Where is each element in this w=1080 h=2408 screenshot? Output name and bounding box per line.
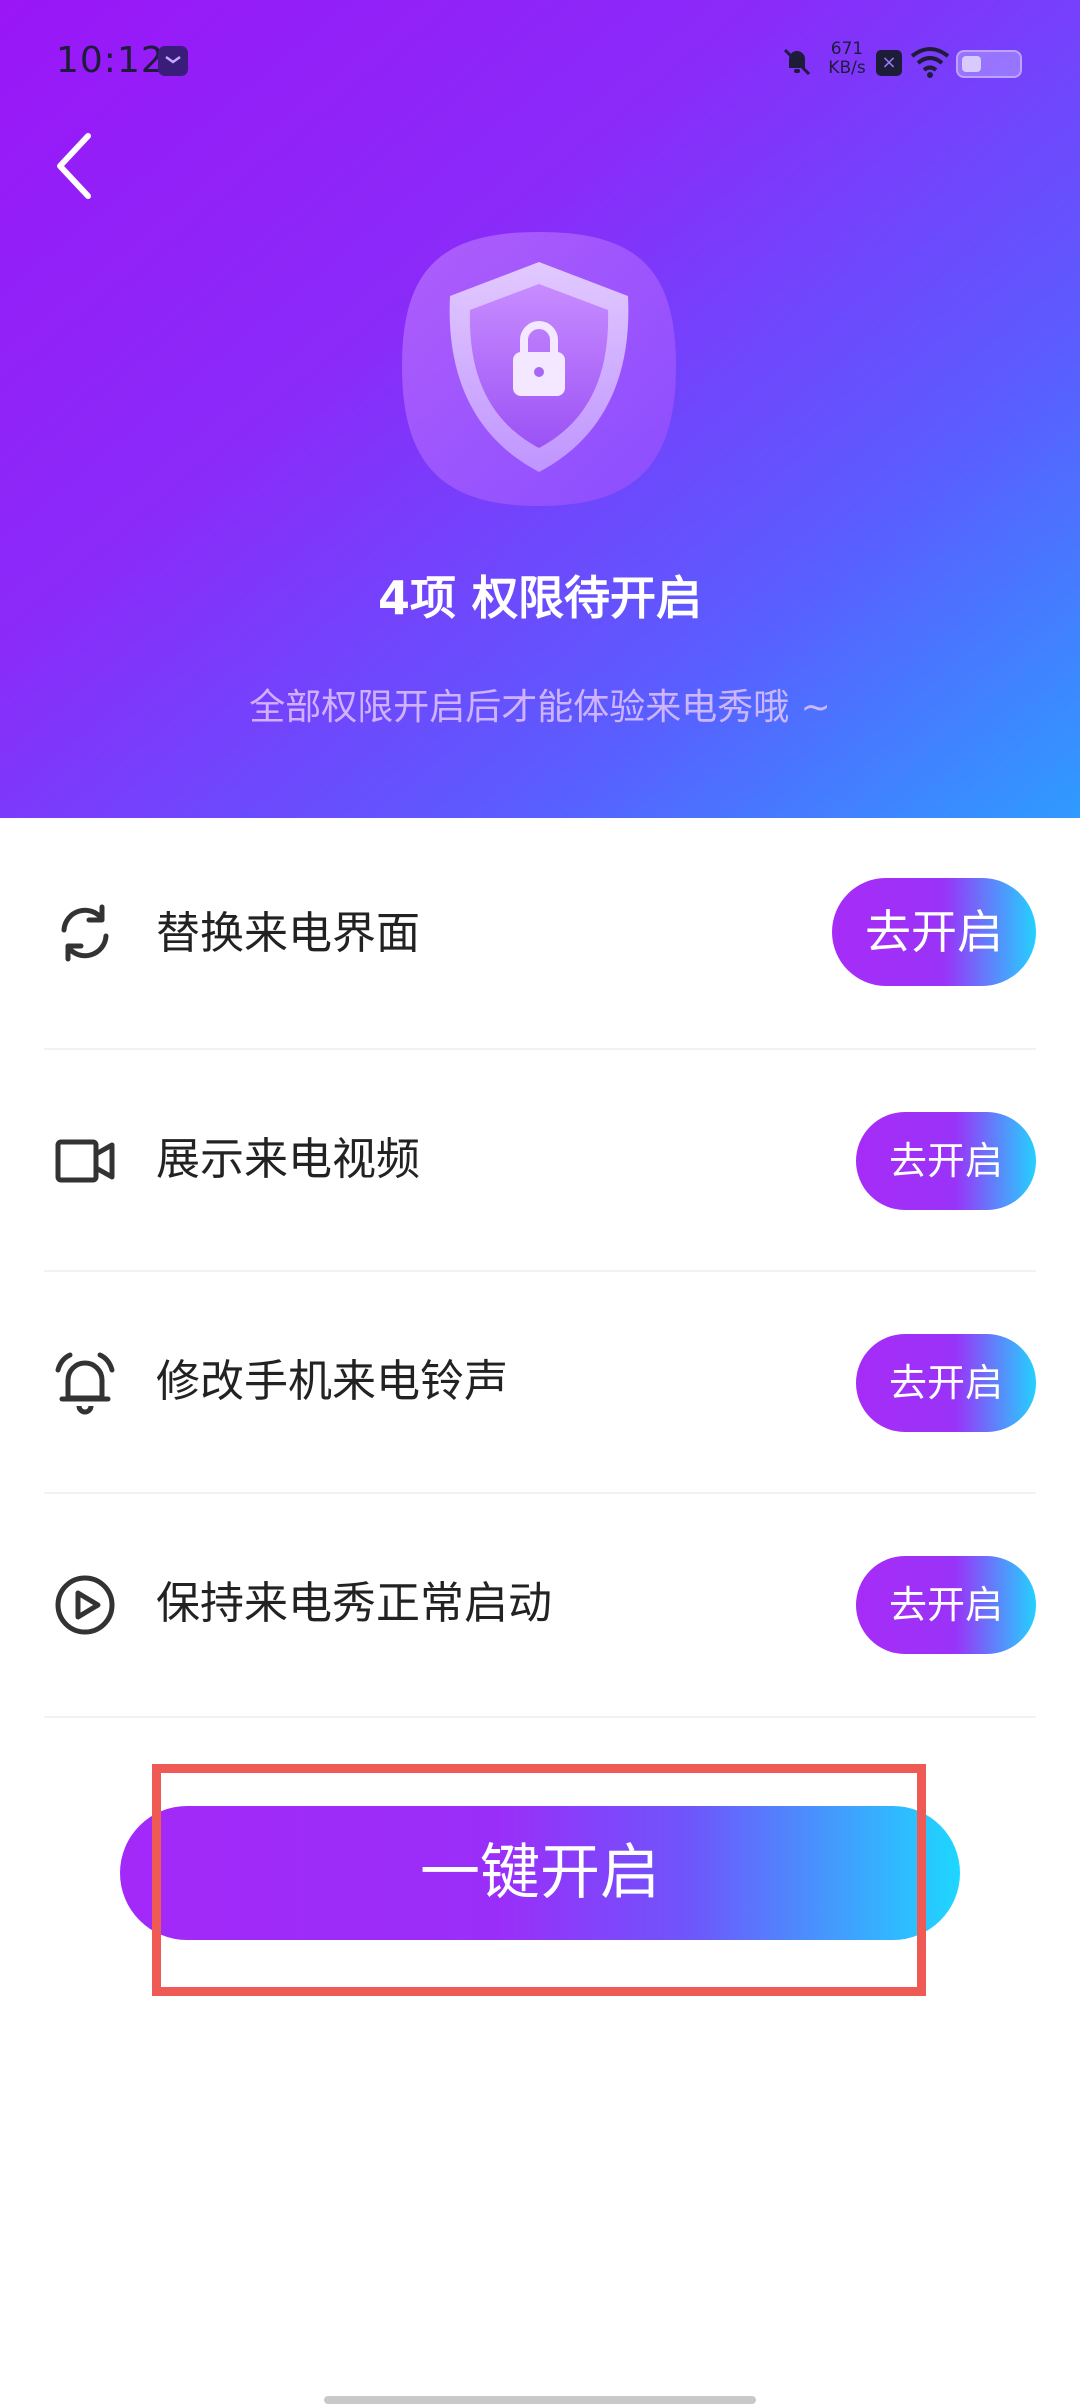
enable-button[interactable]: 去开启 — [856, 1334, 1036, 1432]
permission-label: 替换来电界面 — [156, 908, 420, 959]
list-item: 保持来电秀正常启动 去开启 — [44, 1494, 1036, 1718]
play-circle-icon — [55, 1575, 115, 1635]
list-item: 展示来电视频 去开启 — [44, 1050, 1036, 1272]
page-title: 4项 权限待开启 — [377, 571, 703, 625]
close-app-status-icon: × — [876, 50, 902, 76]
status-time: 10:12 — [56, 40, 165, 81]
back-button[interactable] — [46, 124, 110, 208]
permission-header: 10:12 671 KB/s × 4项 权限待开启 全部权限开启后才能体验来电秀… — [0, 0, 1080, 818]
video-camera-icon — [55, 1139, 115, 1183]
network-speed-unit: KB/s — [828, 58, 866, 78]
enable-button[interactable]: 去开启 — [856, 1112, 1036, 1210]
battery-level — [962, 56, 981, 72]
page-subtitle: 全部权限开启后才能体验来电秀哦 ~ — [249, 687, 831, 728]
enable-button[interactable]: 去开启 — [856, 1556, 1036, 1654]
home-indicator[interactable] — [324, 2396, 756, 2404]
list-item: 替换来电界面 去开启 — [44, 818, 1036, 1050]
permission-label: 保持来电秀正常启动 — [156, 1578, 552, 1629]
notification-app-icon — [158, 46, 188, 76]
list-item: 修改手机来电铃声 去开启 — [44, 1272, 1036, 1494]
refresh-icon — [61, 904, 109, 962]
wifi-icon — [910, 47, 950, 78]
mute-bell-icon — [783, 48, 811, 76]
permission-label: 修改手机来电铃声 — [156, 1356, 508, 1407]
permission-label: 展示来电视频 — [156, 1134, 420, 1185]
network-speed: 671 KB/s — [822, 40, 872, 78]
shield-lock-icon — [402, 232, 676, 506]
alarm-bell-icon — [55, 1352, 115, 1415]
highlight-box — [152, 1764, 926, 1996]
network-speed-value: 671 — [830, 39, 864, 59]
enable-button[interactable]: 去开启 — [832, 878, 1036, 986]
battery-icon — [956, 50, 1022, 78]
